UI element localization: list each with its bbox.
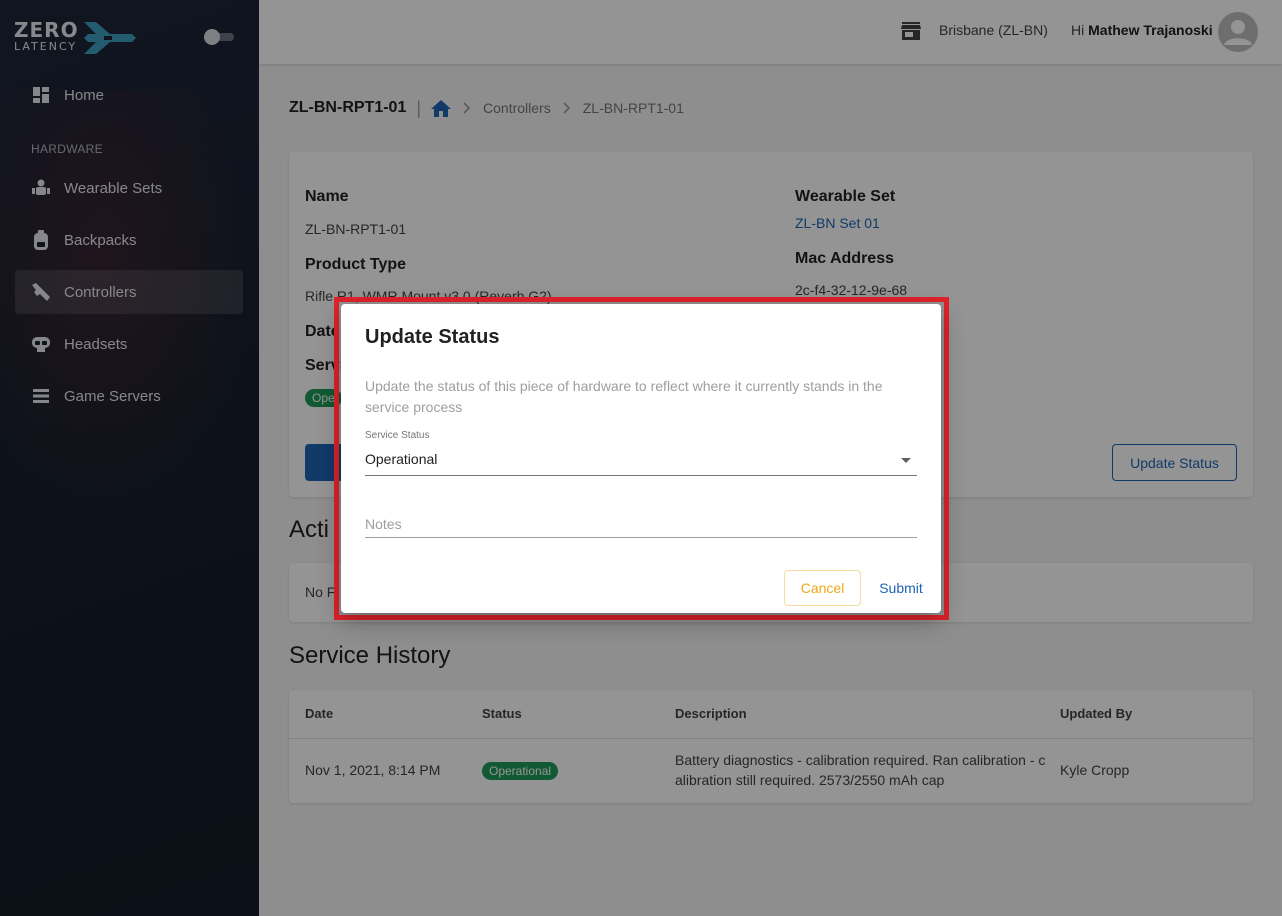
dialog-description: Update the status of this piece of hardw… <box>365 378 883 415</box>
service-status-label: Service Status <box>365 430 430 441</box>
update-status-dialog: Update Status Update the status of this … <box>341 304 941 613</box>
submit-button[interactable]: Submit <box>871 570 931 606</box>
dialog-title: Update Status <box>365 326 500 348</box>
cancel-button[interactable]: Cancel <box>784 570 861 606</box>
notes-input[interactable] <box>365 510 917 538</box>
dropdown-arrow-icon <box>901 458 911 463</box>
service-status-value: Operational <box>365 451 438 467</box>
service-status-select[interactable]: Operational <box>365 447 917 476</box>
